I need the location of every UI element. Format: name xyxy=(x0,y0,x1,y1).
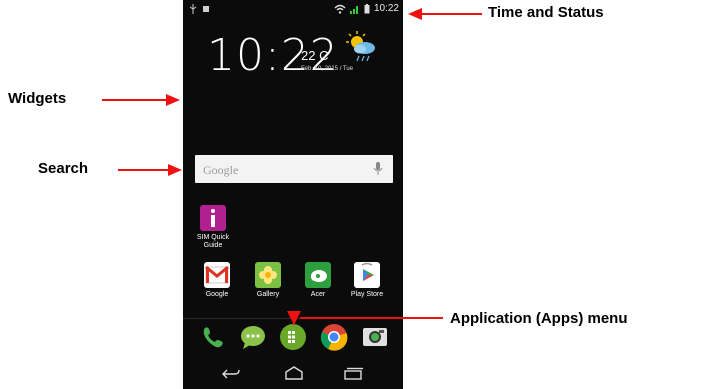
arrow-search xyxy=(118,169,170,171)
play-triangle-icon xyxy=(361,262,374,281)
gmail-icon xyxy=(205,265,229,284)
app-label: SIM Quick Guide xyxy=(196,234,230,249)
label-time-and-status: Time and Status xyxy=(488,4,604,21)
recents-icon[interactable] xyxy=(343,366,365,380)
acer-folder-icon xyxy=(305,262,331,288)
gallery-icon xyxy=(255,262,281,288)
battery-icon xyxy=(364,3,370,13)
status-bar[interactable]: 10:22 xyxy=(183,0,403,20)
partly-cloudy-rain-icon[interactable] xyxy=(343,30,379,64)
app-acer-folder[interactable]: Acer xyxy=(296,262,340,299)
app-label: Play Store xyxy=(350,291,384,298)
sim-guide-icon xyxy=(200,205,226,231)
arrowhead-time-status xyxy=(408,8,422,20)
home-icon[interactable] xyxy=(283,366,305,380)
notification-square-icon xyxy=(203,6,209,12)
date-label: Feb. 10, 2015 / Tue xyxy=(301,66,354,72)
phone-screen: 10:22 10:22 22 C Feb. 10, 2015 / Tue Goo… xyxy=(183,0,403,389)
status-left-icons xyxy=(189,4,209,14)
navigation-bar xyxy=(183,360,403,389)
mic-icon[interactable] xyxy=(373,161,383,177)
app-sim-quick-guide[interactable]: SIM Quick Guide xyxy=(191,205,235,250)
status-time: 10:22 xyxy=(373,3,399,14)
app-gallery[interactable]: Gallery xyxy=(246,262,290,299)
arrow-widgets xyxy=(102,99,168,101)
arrow-apps-menu-stem xyxy=(293,317,295,325)
chrome-icon[interactable] xyxy=(320,323,348,351)
acer-cloud-icon xyxy=(311,270,327,282)
status-right-icons: 10:22 xyxy=(334,3,399,14)
google-search-bar[interactable]: Google xyxy=(195,155,393,183)
flower-icon xyxy=(259,266,277,284)
search-placeholder: Google xyxy=(203,163,239,177)
back-icon[interactable] xyxy=(221,368,241,380)
usb-icon xyxy=(189,4,197,14)
phone-icon[interactable] xyxy=(199,323,227,351)
temperature: 22 C xyxy=(301,48,329,63)
signal-icon xyxy=(349,5,358,14)
arrow-time-status xyxy=(420,13,482,15)
app-label: Gallery xyxy=(256,291,280,298)
messaging-icon[interactable] xyxy=(239,323,267,351)
play-store-icon xyxy=(354,262,380,288)
apps-drawer-icon[interactable] xyxy=(279,323,307,351)
arrow-apps-menu xyxy=(300,317,443,319)
camera-icon[interactable] xyxy=(361,323,389,351)
label-apps-menu: Application (Apps) menu xyxy=(450,310,628,327)
wifi-icon xyxy=(334,4,346,14)
app-google-folder[interactable]: Google xyxy=(195,262,239,299)
arrowhead-widgets xyxy=(166,94,180,106)
app-play-store[interactable]: Play Store xyxy=(345,262,389,299)
label-widgets: Widgets xyxy=(8,90,67,107)
app-label: Acer xyxy=(310,291,326,298)
label-search: Search xyxy=(38,160,89,177)
arrowhead-search xyxy=(168,164,182,176)
gmail-folder-icon xyxy=(204,262,230,288)
app-label: Google xyxy=(205,291,229,298)
